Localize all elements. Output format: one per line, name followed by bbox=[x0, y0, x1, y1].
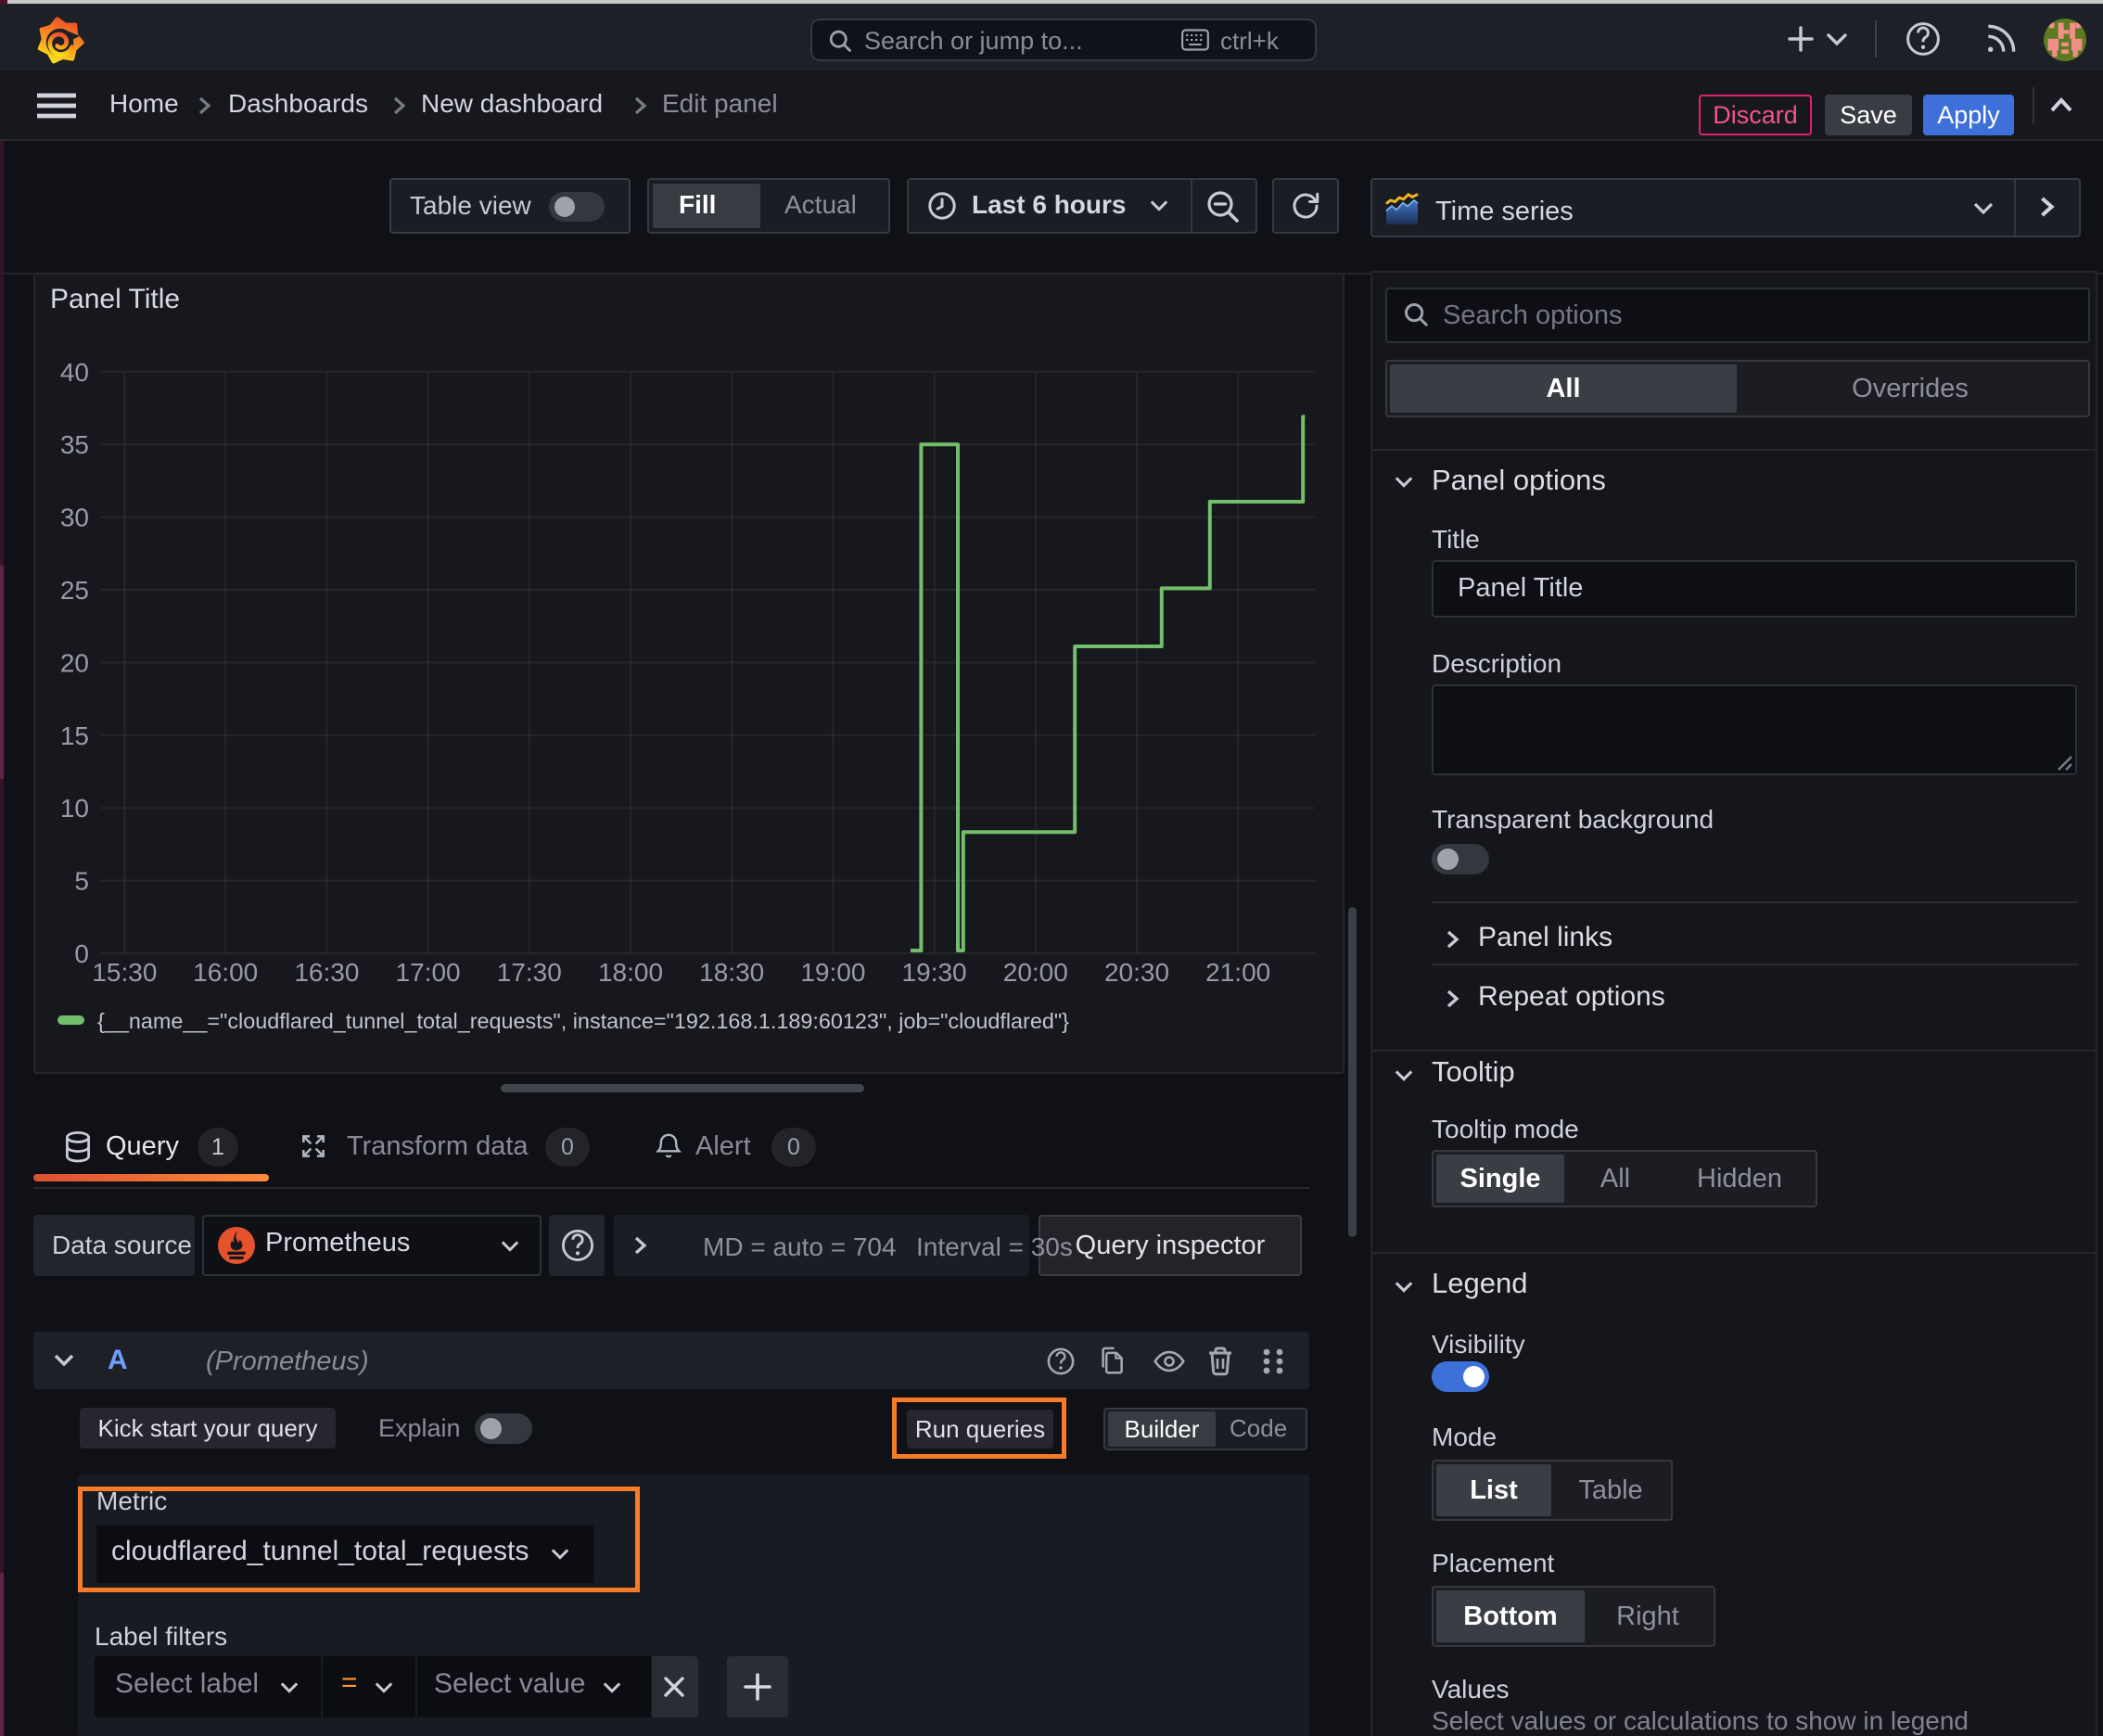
svg-text:18:30: 18:30 bbox=[699, 958, 764, 987]
svg-text:0: 0 bbox=[74, 939, 89, 968]
svg-text:{__name__="cloudflared_tunnel_: {__name__="cloudflared_tunnel_total_requ… bbox=[97, 1009, 1069, 1033]
svg-text:19:30: 19:30 bbox=[902, 958, 967, 987]
svg-text:16:30: 16:30 bbox=[294, 958, 359, 987]
svg-text:20:00: 20:00 bbox=[1003, 958, 1068, 987]
svg-text:5: 5 bbox=[74, 867, 89, 896]
svg-text:25: 25 bbox=[60, 576, 89, 605]
svg-text:21:00: 21:00 bbox=[1205, 958, 1270, 987]
svg-text:20: 20 bbox=[60, 648, 89, 677]
svg-text:19:00: 19:00 bbox=[800, 958, 865, 987]
svg-text:15:30: 15:30 bbox=[92, 958, 157, 987]
svg-text:30: 30 bbox=[60, 504, 89, 532]
svg-text:16:00: 16:00 bbox=[193, 958, 258, 987]
svg-text:18:00: 18:00 bbox=[598, 958, 663, 987]
svg-text:20:30: 20:30 bbox=[1104, 958, 1169, 987]
svg-text:40: 40 bbox=[60, 358, 89, 387]
svg-text:15: 15 bbox=[60, 721, 89, 750]
svg-text:17:30: 17:30 bbox=[497, 958, 562, 987]
svg-text:35: 35 bbox=[60, 430, 89, 459]
svg-text:10: 10 bbox=[60, 794, 89, 823]
svg-text:17:00: 17:00 bbox=[396, 958, 461, 987]
